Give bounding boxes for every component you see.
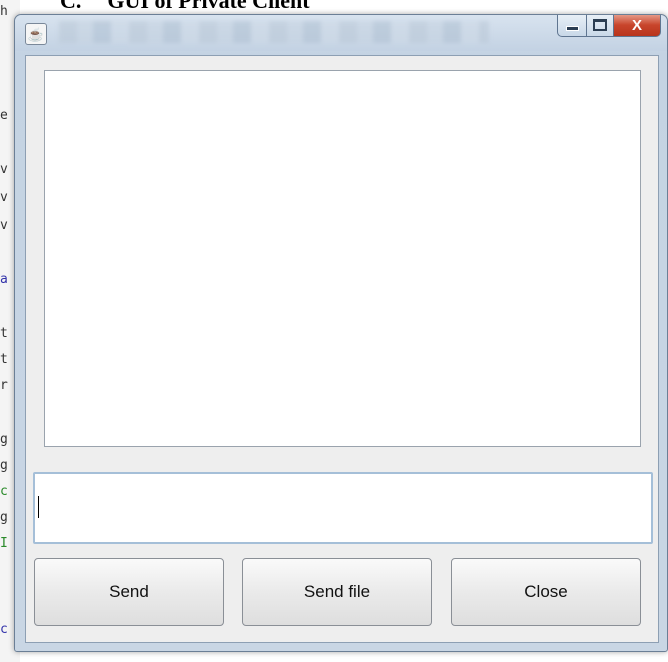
- send-file-button[interactable]: Send file: [242, 558, 432, 626]
- client-area: Send Send file Close: [25, 55, 659, 643]
- screenshot-page: C. GUI of Private Client h e v v v a t t …: [0, 0, 668, 662]
- send-button[interactable]: Send: [34, 558, 224, 626]
- background-code-char: r: [0, 378, 8, 393]
- text-caret: [38, 496, 39, 518]
- title-bar[interactable]: ☕ X: [15, 15, 667, 51]
- message-input[interactable]: [33, 472, 653, 544]
- background-code-char: e: [0, 108, 8, 123]
- background-code-char: v: [0, 162, 8, 177]
- minimize-button[interactable]: [557, 15, 587, 37]
- background-code-char: c: [0, 484, 8, 499]
- background-code-char: c: [0, 622, 8, 637]
- maximize-button[interactable]: [587, 15, 614, 37]
- close-icon: X: [631, 16, 642, 34]
- window-controls: X: [557, 15, 661, 37]
- background-code-char: g: [0, 458, 8, 473]
- caption-number: C.: [60, 0, 82, 13]
- close-window-button[interactable]: X: [614, 15, 661, 37]
- maximize-icon: [593, 19, 607, 31]
- background-code-char: g: [0, 510, 8, 525]
- private-client-window: ☕ X Send Send file Close: [14, 14, 668, 652]
- minimize-icon: [565, 26, 579, 31]
- background-code-char: I: [0, 536, 8, 551]
- background-code-char: g: [0, 432, 8, 447]
- java-coffee-cup-icon[interactable]: ☕: [25, 23, 47, 45]
- chat-display-area[interactable]: [44, 70, 641, 447]
- background-code-char: t: [0, 352, 8, 367]
- background-code-char: h: [0, 4, 8, 19]
- close-button[interactable]: Close: [451, 558, 641, 626]
- background-code-char: t: [0, 326, 8, 341]
- title-bar-blur: [59, 21, 489, 43]
- background-code-char: a: [0, 272, 8, 287]
- background-code-char: v: [0, 190, 8, 205]
- figure-caption: C. GUI of Private Client: [60, 0, 310, 14]
- background-code-char: v: [0, 218, 8, 233]
- caption-text: GUI of Private Client: [107, 0, 310, 13]
